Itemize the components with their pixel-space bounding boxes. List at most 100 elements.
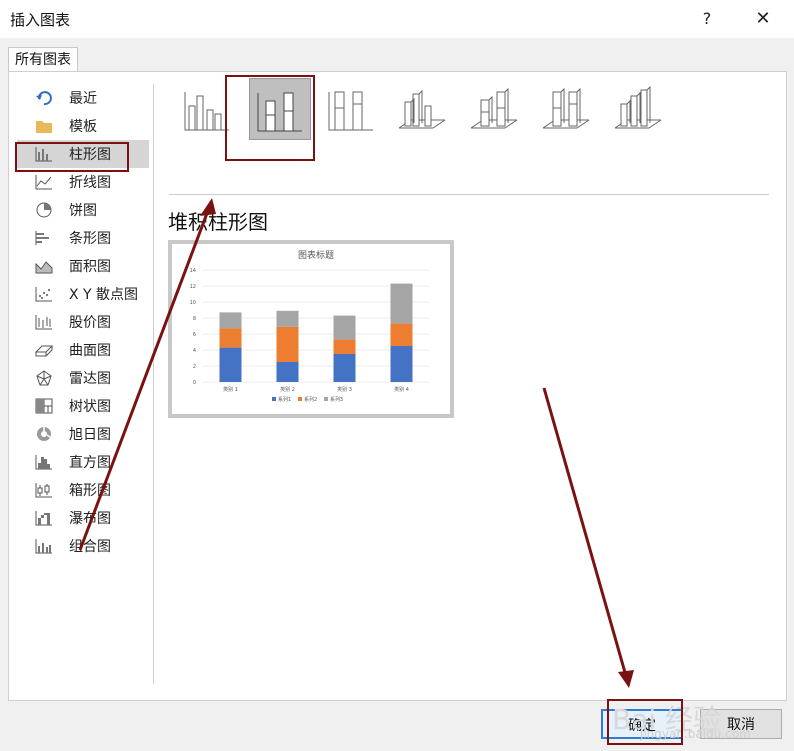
3d-column-icon bbox=[614, 85, 662, 129]
bar-segment bbox=[333, 339, 356, 354]
annotation-box-sidebar bbox=[15, 142, 129, 172]
sidebar-item-label: 饼图 bbox=[69, 203, 97, 219]
bar-segment bbox=[390, 283, 413, 324]
sidebar-item-bar[interactable]: 条形图 bbox=[17, 224, 149, 252]
legend-swatch bbox=[272, 397, 276, 401]
sidebar-item-radar[interactable]: 雷达图 bbox=[17, 364, 149, 392]
sidebar-item-recent[interactable]: 最近 bbox=[17, 84, 149, 112]
sidebar-item-label: 树状图 bbox=[69, 399, 111, 415]
y-tick-label: 2 bbox=[193, 364, 196, 370]
bar-segment bbox=[390, 323, 413, 346]
bar-segment bbox=[219, 312, 242, 329]
sidebar-item-label: 瀑布图 bbox=[69, 511, 111, 527]
sidebar-item-label: 折线图 bbox=[69, 175, 111, 191]
subtype-3d-100-stacked-column[interactable] bbox=[537, 78, 597, 138]
histogram-chart-icon bbox=[35, 455, 52, 470]
bar-segment bbox=[219, 347, 242, 382]
chart-title: 图表标题 bbox=[298, 249, 334, 261]
sidebar-item-line[interactable]: 折线图 bbox=[17, 168, 149, 196]
folder-icon bbox=[36, 121, 52, 133]
help-button[interactable]: ? bbox=[694, 6, 720, 32]
sidebar-item-combo[interactable]: 组合图 bbox=[17, 532, 149, 560]
x-tick-label: 类别 2 bbox=[280, 386, 295, 393]
y-tick-label: 8 bbox=[193, 316, 196, 322]
tab-all-charts[interactable]: 所有图表 bbox=[8, 47, 78, 72]
sidebar-item-stock[interactable]: 股价图 bbox=[17, 308, 149, 336]
radar-chart-icon bbox=[36, 370, 52, 386]
chart-preview[interactable]: 图表标题 0 2 4 6 8 10 12 14 类别 1 类别 2 类别 3 类别 4 系列1 系列2 系列3 bbox=[168, 240, 454, 418]
sidebar-item-box[interactable]: 箱形图 bbox=[17, 476, 149, 504]
waterfall-chart-icon bbox=[35, 511, 52, 526]
bar-segment bbox=[276, 362, 299, 382]
bar-segment bbox=[333, 315, 356, 340]
x-tick-label: 类别 4 bbox=[394, 386, 409, 393]
stock-chart-icon bbox=[35, 315, 52, 330]
sidebar-item-label: 面积图 bbox=[69, 259, 111, 275]
close-button[interactable]: ✕ bbox=[748, 6, 778, 32]
subtype-3d-clustered-column[interactable] bbox=[393, 78, 453, 138]
bar-segment bbox=[390, 346, 413, 382]
sidebar-item-pie[interactable]: 饼图 bbox=[17, 196, 149, 224]
sidebar-item-treemap[interactable]: 树状图 bbox=[17, 392, 149, 420]
annotation-box-ok bbox=[607, 699, 683, 745]
3d-100-stacked-column-icon bbox=[542, 87, 590, 129]
sidebar-item-label: 曲面图 bbox=[69, 343, 111, 359]
subtype-3d-column[interactable] bbox=[609, 78, 669, 138]
y-tick-label: 12 bbox=[190, 284, 196, 290]
legend-swatch bbox=[324, 397, 328, 401]
combo-chart-icon bbox=[35, 539, 52, 554]
sidebar-item-waterfall[interactable]: 瀑布图 bbox=[17, 504, 149, 532]
sidebar-item-label: 组合图 bbox=[69, 539, 111, 555]
sidebar-item-scatter[interactable]: X Y 散点图 bbox=[17, 280, 149, 308]
subtype-separator bbox=[169, 194, 769, 195]
sidebar-item-histogram[interactable]: 直方图 bbox=[17, 448, 149, 476]
sidebar-item-label: 雷达图 bbox=[69, 371, 111, 387]
sidebar-item-label: 旭日图 bbox=[69, 427, 111, 443]
sidebar-item-label: 股价图 bbox=[69, 315, 111, 331]
100-stacked-column-icon bbox=[328, 91, 373, 131]
x-tick-label: 类别 1 bbox=[223, 386, 238, 393]
sidebar-item-label: 条形图 bbox=[69, 231, 111, 247]
subtype-3d-stacked-column[interactable] bbox=[465, 78, 525, 138]
y-tick-label: 14 bbox=[190, 268, 196, 274]
subtype-100-stacked-column[interactable] bbox=[321, 78, 381, 138]
sidebar-item-surface[interactable]: 曲面图 bbox=[17, 336, 149, 364]
panel-divider bbox=[153, 84, 154, 684]
bar-segment bbox=[276, 326, 299, 362]
legend-entry: 系列3 bbox=[330, 396, 343, 403]
y-tick-label: 6 bbox=[193, 332, 196, 338]
surface-chart-icon bbox=[35, 345, 53, 357]
bar-chart-icon bbox=[35, 231, 49, 245]
y-tick-label: 4 bbox=[193, 348, 196, 354]
bar-segment bbox=[219, 328, 242, 348]
pie-chart-icon bbox=[36, 202, 52, 218]
scatter-chart-icon bbox=[35, 287, 52, 302]
sidebar-item-sunburst[interactable]: 旭日图 bbox=[17, 420, 149, 448]
sidebar-item-label: 箱形图 bbox=[69, 483, 111, 499]
sidebar-item-label: 模板 bbox=[69, 119, 97, 135]
bar-segment bbox=[333, 354, 356, 382]
undo-icon bbox=[36, 91, 52, 106]
3d-stacked-column-icon bbox=[470, 87, 518, 129]
sidebar-item-area[interactable]: 面积图 bbox=[17, 252, 149, 280]
sidebar-item-label: 直方图 bbox=[69, 455, 111, 471]
y-tick-label: 10 bbox=[190, 300, 196, 306]
treemap-chart-icon bbox=[35, 398, 53, 414]
sidebar-item-label: 最近 bbox=[69, 91, 97, 107]
x-tick-label: 类别 3 bbox=[337, 386, 352, 393]
preview-chart: 图表标题 0 2 4 6 8 10 12 14 类别 1 类别 2 类别 3 类别 4 系列1 系列2 系列3 bbox=[190, 249, 430, 403]
box-chart-icon bbox=[35, 483, 52, 498]
line-chart-icon bbox=[35, 175, 52, 190]
sunburst-chart-icon bbox=[37, 427, 51, 441]
dialog-title: 插入图表 bbox=[10, 11, 71, 29]
dialog-titlebar: 插入图表 ? ✕ bbox=[0, 0, 794, 38]
y-tick-label: 0 bbox=[193, 380, 196, 386]
subtype-title: 堆积柱形图 bbox=[168, 210, 268, 234]
3d-clustered-column-icon bbox=[398, 89, 446, 129]
legend-entry: 系列2 bbox=[304, 396, 317, 403]
legend-swatch bbox=[298, 397, 302, 401]
bar-segment bbox=[276, 310, 299, 327]
legend-entry: 系列1 bbox=[278, 396, 291, 403]
sidebar-item-templates[interactable]: 模板 bbox=[17, 112, 149, 140]
area-chart-icon bbox=[35, 261, 53, 274]
